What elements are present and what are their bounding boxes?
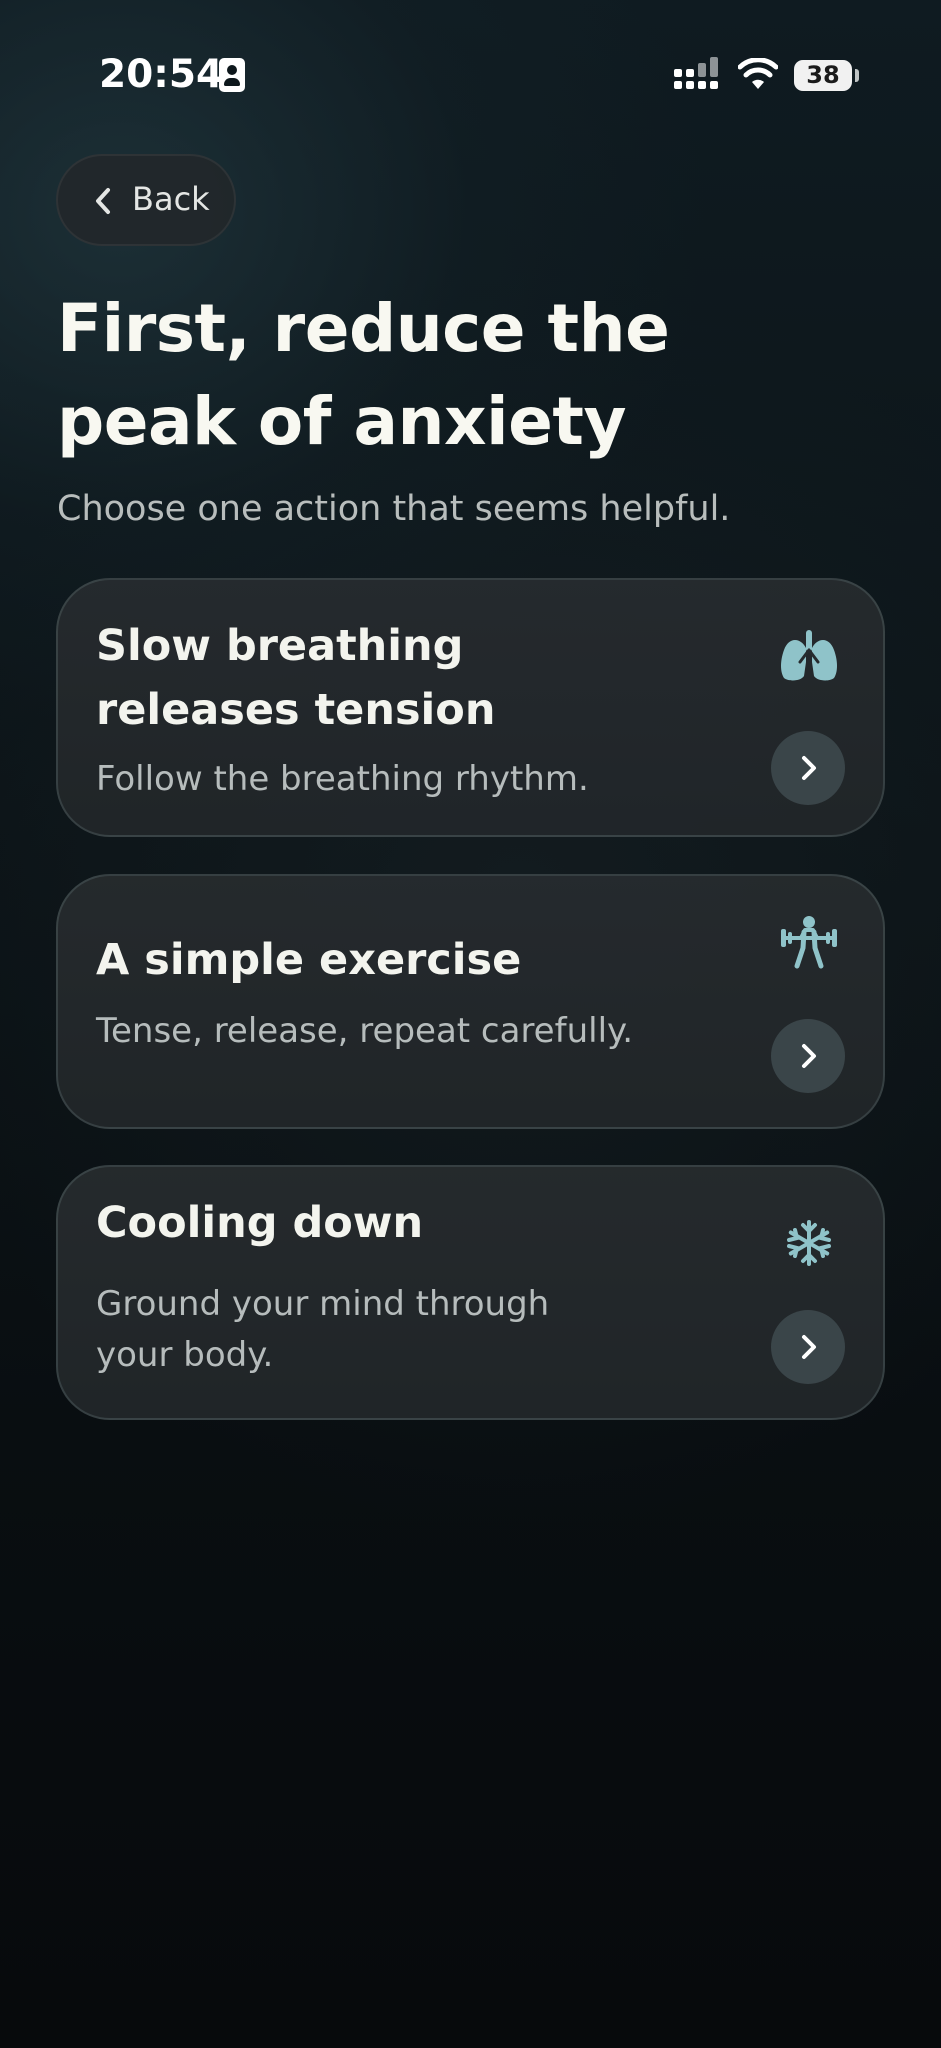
option-arrow-button[interactable] <box>771 1019 845 1093</box>
option-description: Tense, release, repeat carefully. <box>96 1011 634 1051</box>
page-subtitle: Choose one action that seems helpful. <box>57 489 731 529</box>
weightlifting-icon <box>781 916 837 969</box>
chevron-left-icon <box>96 188 110 214</box>
chevron-right-icon <box>802 756 816 780</box>
lungs-icon <box>781 630 837 681</box>
option-title: Cooling down <box>96 1198 424 1248</box>
option-arrow-button[interactable] <box>771 731 845 805</box>
status-bar: 20:54 38 <box>0 0 941 150</box>
cellular-signal-icon <box>674 57 718 89</box>
option-title: Slow breathing releases tension <box>96 621 496 735</box>
option-arrow-button[interactable] <box>771 1310 845 1384</box>
contact-card-icon <box>219 58 245 92</box>
option-title: A simple exercise <box>96 935 522 985</box>
back-button[interactable]: Back <box>56 154 236 246</box>
snowflake-icon <box>787 1220 831 1266</box>
wifi-icon <box>738 58 778 89</box>
page-title: First, reduce the peak of anxiety <box>57 290 670 460</box>
option-card-cooling-down[interactable]: Cooling down Ground your mind through yo… <box>56 1165 885 1420</box>
option-card-slow-breathing[interactable]: Slow breathing releases tension Follow t… <box>56 578 885 837</box>
battery-cap <box>855 69 859 82</box>
option-description: Follow the breathing rhythm. <box>96 759 589 799</box>
option-card-simple-exercise[interactable]: A simple exercise Tense, release, repeat… <box>56 874 885 1129</box>
chevron-right-icon <box>802 1044 816 1068</box>
status-time: 20:54 <box>99 52 224 97</box>
back-button-label: Back <box>132 180 210 218</box>
battery-indicator: 38 <box>794 60 852 91</box>
chevron-right-icon <box>802 1335 816 1359</box>
option-description: Ground your mind through your body. <box>96 1284 550 1375</box>
